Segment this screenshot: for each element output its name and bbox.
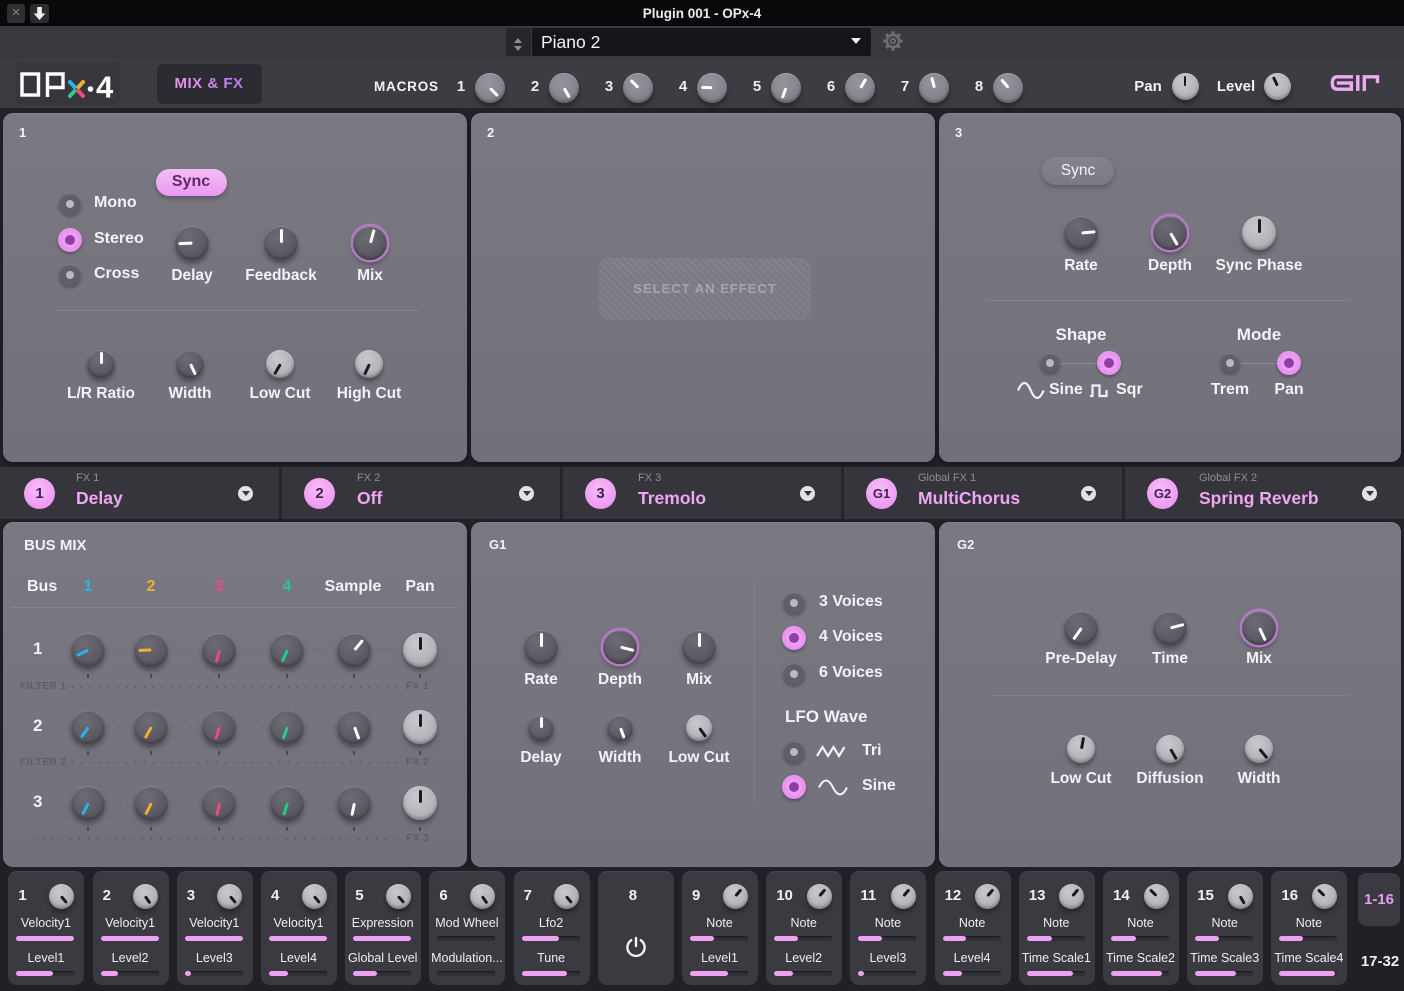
svg-text:4: 4 [96, 70, 114, 105]
